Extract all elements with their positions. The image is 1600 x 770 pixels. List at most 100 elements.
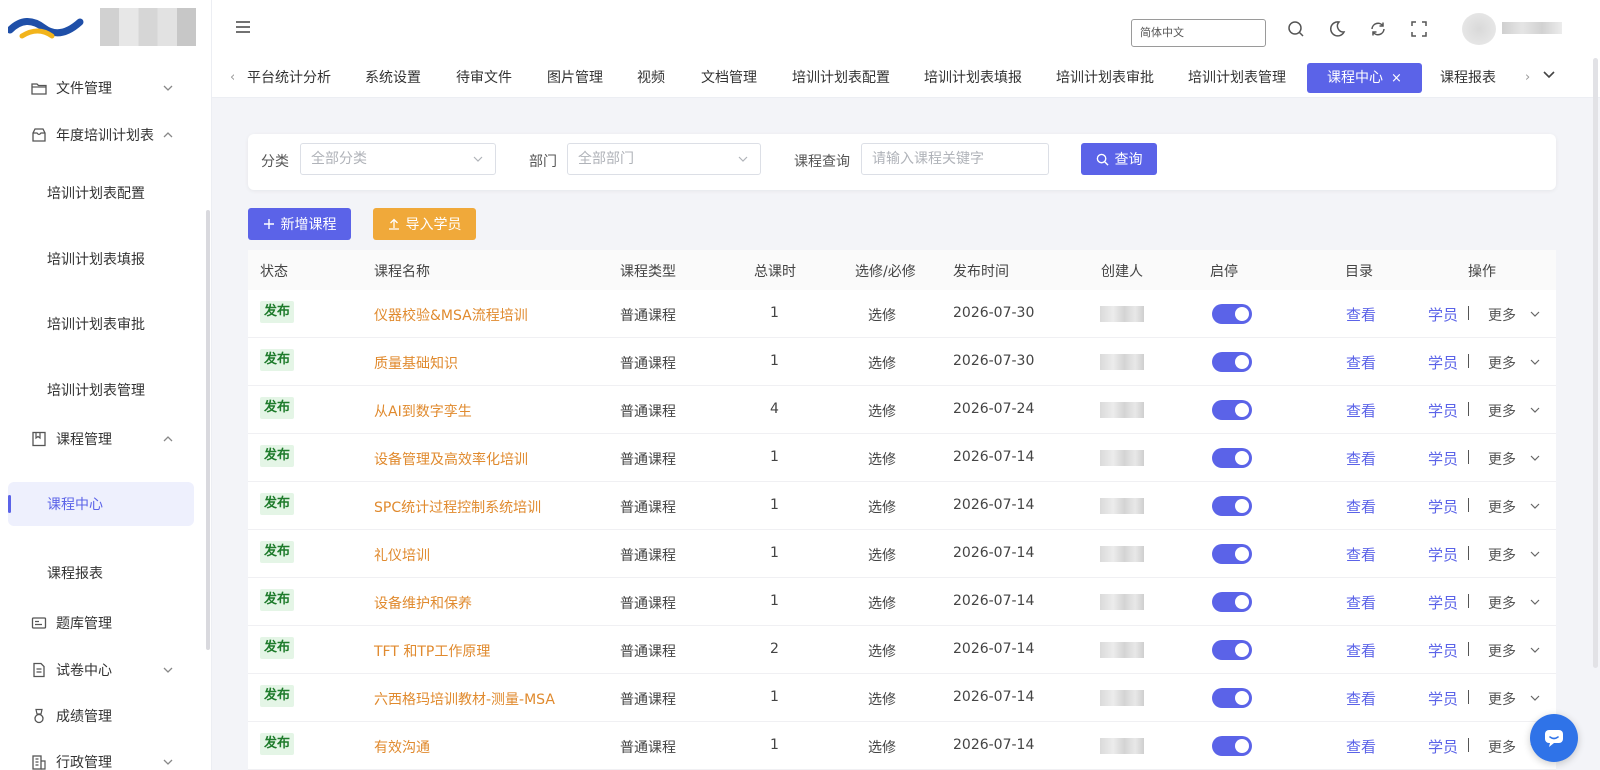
students-link[interactable]: 学员 bbox=[1428, 448, 1458, 469]
enable-toggle[interactable] bbox=[1212, 736, 1252, 756]
more-actions-dropdown[interactable]: 更多 bbox=[1488, 641, 1516, 661]
dark-mode-moon-icon[interactable] bbox=[1328, 20, 1346, 38]
menu-file-management[interactable]: 文件管理 bbox=[0, 66, 206, 110]
username-blurred[interactable] bbox=[1502, 22, 1562, 34]
more-actions-dropdown[interactable]: 更多 bbox=[1488, 401, 1516, 421]
course-name-link[interactable]: 从AI到数字孪生 bbox=[374, 401, 472, 421]
language-select[interactable]: 简体中文 bbox=[1131, 19, 1266, 47]
view-catalog-link[interactable]: 查看 bbox=[1346, 544, 1376, 565]
course-name-link[interactable]: 礼仪培训 bbox=[374, 545, 430, 565]
tab-image-management[interactable]: 图片管理 bbox=[547, 63, 603, 93]
more-actions-dropdown[interactable]: 更多 bbox=[1488, 353, 1516, 373]
enable-toggle[interactable] bbox=[1212, 304, 1252, 324]
tab-document-management[interactable]: 文档管理 bbox=[701, 63, 757, 93]
query-button[interactable]: 查询 bbox=[1081, 143, 1157, 175]
sidebar-item-plan-fill[interactable]: 培训计划表填报 bbox=[0, 237, 206, 281]
students-link[interactable]: 学员 bbox=[1428, 544, 1458, 565]
enable-toggle[interactable] bbox=[1212, 352, 1252, 372]
course-name-link[interactable]: 有效沟通 bbox=[374, 737, 430, 757]
tab-plan-approve[interactable]: 培训计划表审批 bbox=[1056, 63, 1154, 93]
menu-question-bank[interactable]: 题库管理 bbox=[0, 601, 206, 645]
tab-system-settings[interactable]: 系统设置 bbox=[365, 63, 421, 93]
table-header: 状态 课程名称 课程类型 总课时 选修/必修 发布时间 创建人 启停 目录 操作 bbox=[248, 250, 1556, 290]
more-actions-dropdown[interactable]: 更多 bbox=[1488, 737, 1516, 757]
students-link[interactable]: 学员 bbox=[1428, 592, 1458, 613]
view-catalog-link[interactable]: 查看 bbox=[1346, 736, 1376, 757]
view-catalog-link[interactable]: 查看 bbox=[1346, 448, 1376, 469]
import-students-button[interactable]: 导入学员 bbox=[373, 208, 476, 240]
course-name-link[interactable]: TFT 和TP工作原理 bbox=[374, 641, 490, 661]
sidebar-scrollbar[interactable] bbox=[206, 210, 210, 650]
view-catalog-link[interactable]: 查看 bbox=[1346, 640, 1376, 661]
students-link[interactable]: 学员 bbox=[1428, 736, 1458, 757]
view-catalog-link[interactable]: 查看 bbox=[1346, 304, 1376, 325]
tabs-scroll-right-icon[interactable]: › bbox=[1525, 71, 1535, 84]
course-name-link[interactable]: SPC统计过程控制系统培训 bbox=[374, 497, 541, 517]
search-icon[interactable] bbox=[1287, 20, 1305, 38]
avatar[interactable] bbox=[1462, 13, 1496, 45]
more-actions-dropdown[interactable]: 更多 bbox=[1488, 689, 1516, 709]
course-keyword-input[interactable] bbox=[861, 143, 1049, 175]
course-name-link[interactable]: 质量基础知识 bbox=[374, 353, 458, 373]
tab-platform-analytics[interactable]: 平台统计分析 bbox=[247, 63, 331, 93]
enable-toggle[interactable] bbox=[1212, 640, 1252, 660]
enable-toggle[interactable] bbox=[1212, 592, 1252, 612]
close-icon[interactable]: × bbox=[1391, 71, 1402, 86]
tab-pending-files[interactable]: 待审文件 bbox=[456, 63, 512, 93]
add-course-button[interactable]: 新增课程 bbox=[248, 208, 351, 240]
view-catalog-link[interactable]: 查看 bbox=[1346, 400, 1376, 421]
course-name-link[interactable]: 六西格玛培训教材-测量-MSA bbox=[374, 689, 555, 709]
view-catalog-link[interactable]: 查看 bbox=[1346, 688, 1376, 709]
view-catalog-link[interactable]: 查看 bbox=[1346, 592, 1376, 613]
students-link[interactable]: 学员 bbox=[1428, 496, 1458, 517]
more-actions-dropdown[interactable]: 更多 bbox=[1488, 305, 1516, 325]
upload-icon bbox=[388, 218, 399, 230]
enable-toggle[interactable] bbox=[1212, 400, 1252, 420]
category-select[interactable]: 全部分类 bbox=[300, 143, 496, 175]
tab-plan-fill[interactable]: 培训计划表填报 bbox=[924, 63, 1022, 93]
hamburger-menu-icon[interactable] bbox=[235, 20, 251, 34]
students-link[interactable]: 学员 bbox=[1428, 688, 1458, 709]
menu-course-management[interactable]: 课程管理 bbox=[0, 417, 206, 461]
fullscreen-icon[interactable] bbox=[1410, 20, 1428, 38]
sidebar-item-plan-config[interactable]: 培训计划表配置 bbox=[0, 171, 206, 215]
enable-toggle[interactable] bbox=[1212, 688, 1252, 708]
view-catalog-link[interactable]: 查看 bbox=[1346, 496, 1376, 517]
menu-exam-center[interactable]: 试卷中心 bbox=[0, 648, 206, 692]
sidebar-item-plan-approve[interactable]: 培训计划表审批 bbox=[0, 302, 206, 346]
more-actions-dropdown[interactable]: 更多 bbox=[1488, 545, 1516, 565]
tab-video[interactable]: 视频 bbox=[637, 63, 665, 93]
students-link[interactable]: 学员 bbox=[1428, 352, 1458, 373]
department-select[interactable]: 全部部门 bbox=[567, 143, 761, 175]
top-header: 简体中文 bbox=[212, 0, 1600, 58]
students-link[interactable]: 学员 bbox=[1428, 400, 1458, 421]
menu-score-management[interactable]: 成绩管理 bbox=[0, 694, 206, 738]
tab-course-center[interactable]: 课程中心 × bbox=[1307, 63, 1422, 93]
sidebar-item-course-center[interactable]: 课程中心 bbox=[8, 482, 194, 526]
more-actions-dropdown[interactable]: 更多 bbox=[1488, 449, 1516, 469]
tab-plan-config[interactable]: 培训计划表配置 bbox=[792, 63, 890, 93]
enable-toggle[interactable] bbox=[1212, 496, 1252, 516]
chat-support-button[interactable] bbox=[1530, 714, 1578, 762]
tab-course-report[interactable]: 课程报表 bbox=[1440, 63, 1496, 93]
course-name-link[interactable]: 设备管理及高效率化培训 bbox=[374, 449, 528, 469]
view-catalog-link[interactable]: 查看 bbox=[1346, 352, 1376, 373]
refresh-icon[interactable] bbox=[1369, 20, 1387, 38]
sidebar-item-label: 培训计划表审批 bbox=[47, 317, 145, 333]
page-scrollbar[interactable] bbox=[1593, 58, 1598, 668]
enable-toggle[interactable] bbox=[1212, 448, 1252, 468]
course-name-link[interactable]: 仪器校验&MSA流程培训 bbox=[374, 305, 528, 325]
tabs-scroll-left-icon[interactable]: ‹ bbox=[230, 71, 240, 84]
menu-annual-training-plan[interactable]: 年度培训计划表 bbox=[0, 113, 206, 157]
sidebar-item-course-report[interactable]: 课程报表 bbox=[0, 551, 206, 595]
course-name-link[interactable]: 设备维护和保养 bbox=[374, 593, 472, 613]
enable-toggle[interactable] bbox=[1212, 544, 1252, 564]
students-link[interactable]: 学员 bbox=[1428, 640, 1458, 661]
chevron-down-icon[interactable] bbox=[1542, 68, 1556, 82]
more-actions-dropdown[interactable]: 更多 bbox=[1488, 593, 1516, 613]
menu-admin-management[interactable]: 行政管理 bbox=[0, 740, 206, 770]
more-actions-dropdown[interactable]: 更多 bbox=[1488, 497, 1516, 517]
sidebar-item-plan-manage[interactable]: 培训计划表管理 bbox=[0, 368, 206, 412]
students-link[interactable]: 学员 bbox=[1428, 304, 1458, 325]
tab-plan-manage[interactable]: 培训计划表管理 bbox=[1188, 63, 1286, 93]
